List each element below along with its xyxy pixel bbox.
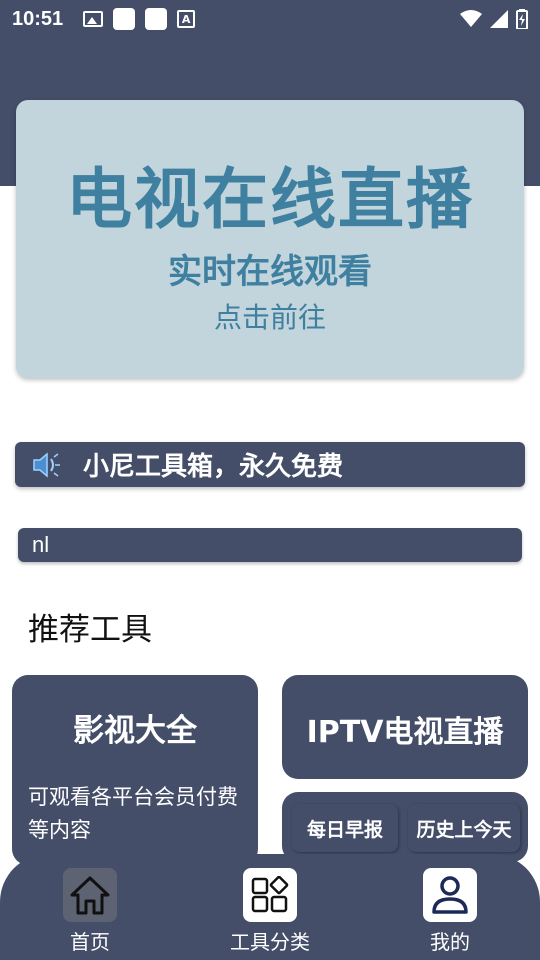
system-icons: [460, 9, 528, 29]
nav-item-me[interactable]: 我的: [390, 868, 510, 955]
history-today-button[interactable]: 历史上今天: [408, 804, 520, 852]
battery-icon: [516, 9, 528, 29]
speaker-icon: [33, 451, 60, 478]
nav-label-me: 我的: [430, 930, 470, 954]
app-square-icon: [113, 8, 136, 30]
wifi-icon: [460, 10, 482, 27]
signal-icon: [490, 10, 508, 28]
nav-label-home: 首页: [70, 930, 110, 954]
movies-card-desc: 可观看各平台会员付费等内容: [28, 785, 238, 842]
banner-title: 电视在线直播: [66, 161, 474, 238]
notification-icons: A: [83, 8, 196, 30]
movies-card[interactable]: 影视大全 可观看各平台会员付费等内容: [12, 675, 258, 865]
iptv-card-title: IPTV电视直播: [306, 715, 504, 750]
nl-bar[interactable]: nl: [18, 528, 522, 562]
grid-icon: [243, 868, 297, 922]
notice-text: 小尼工具箱，永久免费: [83, 452, 344, 482]
home-icon: [63, 868, 117, 922]
status-time: 10:51: [12, 7, 64, 30]
app-square-icon: [145, 8, 168, 30]
text-a-icon: A: [177, 10, 196, 28]
movies-card-title: 影视大全: [73, 713, 197, 749]
status-bar: 10:51 A: [0, 0, 540, 38]
banner-link[interactable]: 点击前往: [16, 298, 524, 338]
image-icon: [83, 9, 104, 29]
small-tools-card: 每日早报 历史上今天: [282, 792, 528, 862]
tv-live-banner[interactable]: 电视在线直播 实时在线观看 点击前往: [16, 100, 524, 378]
banner-subtitle: 实时在线观看: [168, 252, 372, 292]
daily-news-button[interactable]: 每日早报: [292, 804, 398, 852]
nav-label-tools: 工具分类: [230, 930, 310, 954]
iptv-card[interactable]: IPTV电视直播: [282, 675, 528, 779]
nav-item-home[interactable]: 首页: [30, 868, 150, 955]
bottom-nav: 首页 工具分类 我的: [0, 854, 540, 960]
section-title: 推荐工具: [28, 612, 152, 648]
user-icon: [423, 868, 477, 922]
nav-item-tools[interactable]: 工具分类: [210, 868, 330, 955]
notice-bar: 小尼工具箱，永久免费: [15, 442, 525, 487]
